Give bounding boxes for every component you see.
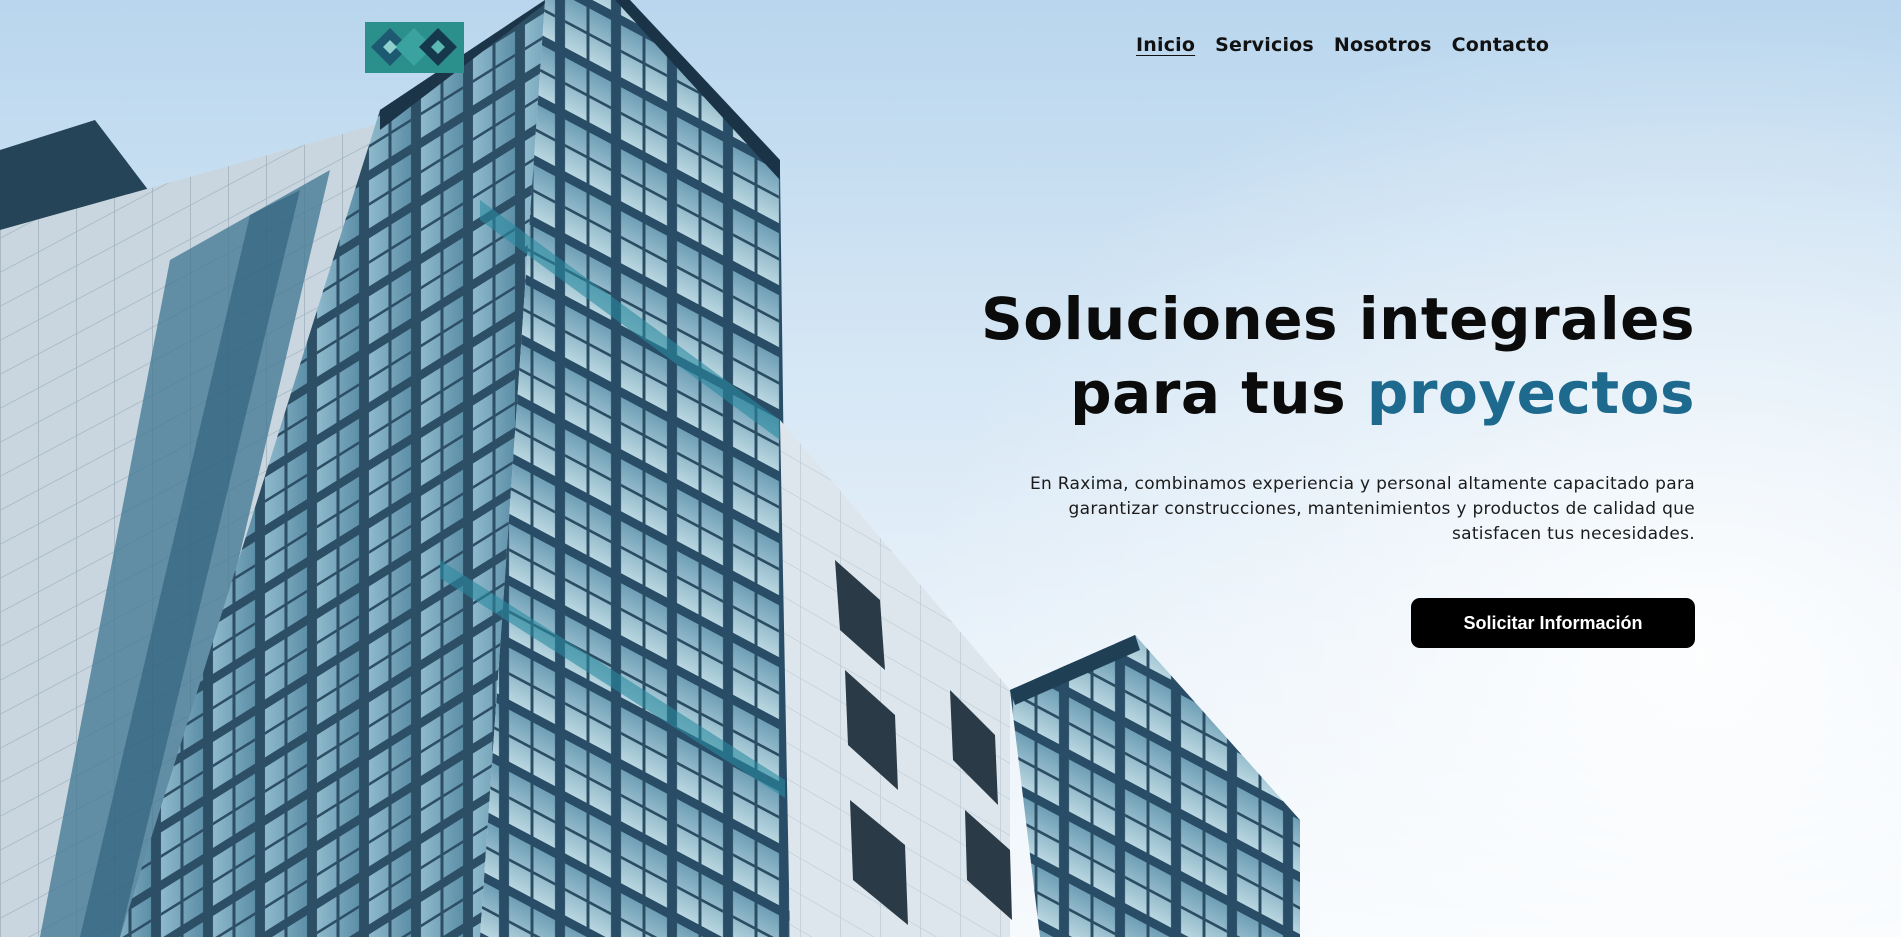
main-nav: Inicio Servicios Nosotros Contacto — [1136, 34, 1549, 56]
hero-section: Inicio Servicios Nosotros Contacto Soluc… — [0, 0, 1901, 937]
hero-content: Soluciones integrales para tus proyectos… — [935, 282, 1695, 648]
nav-item-contacto[interactable]: Contacto — [1452, 34, 1549, 56]
interlocking-diamonds-logo-icon[interactable] — [365, 22, 464, 73]
headline-accent-word: proyectos — [1366, 359, 1695, 427]
nav-item-inicio[interactable]: Inicio — [1136, 34, 1195, 56]
hero-headline: Soluciones integrales para tus proyectos — [935, 282, 1695, 430]
hero-description: En Raxima, combinamos experiencia y pers… — [1029, 474, 1695, 544]
headline-line1: Soluciones integrales — [981, 285, 1695, 353]
headline-line2-plain: para tus — [1070, 359, 1367, 427]
nav-item-nosotros[interactable]: Nosotros — [1334, 34, 1432, 56]
request-info-button[interactable]: Solicitar Información — [1411, 598, 1695, 648]
nav-item-servicios[interactable]: Servicios — [1215, 34, 1314, 56]
